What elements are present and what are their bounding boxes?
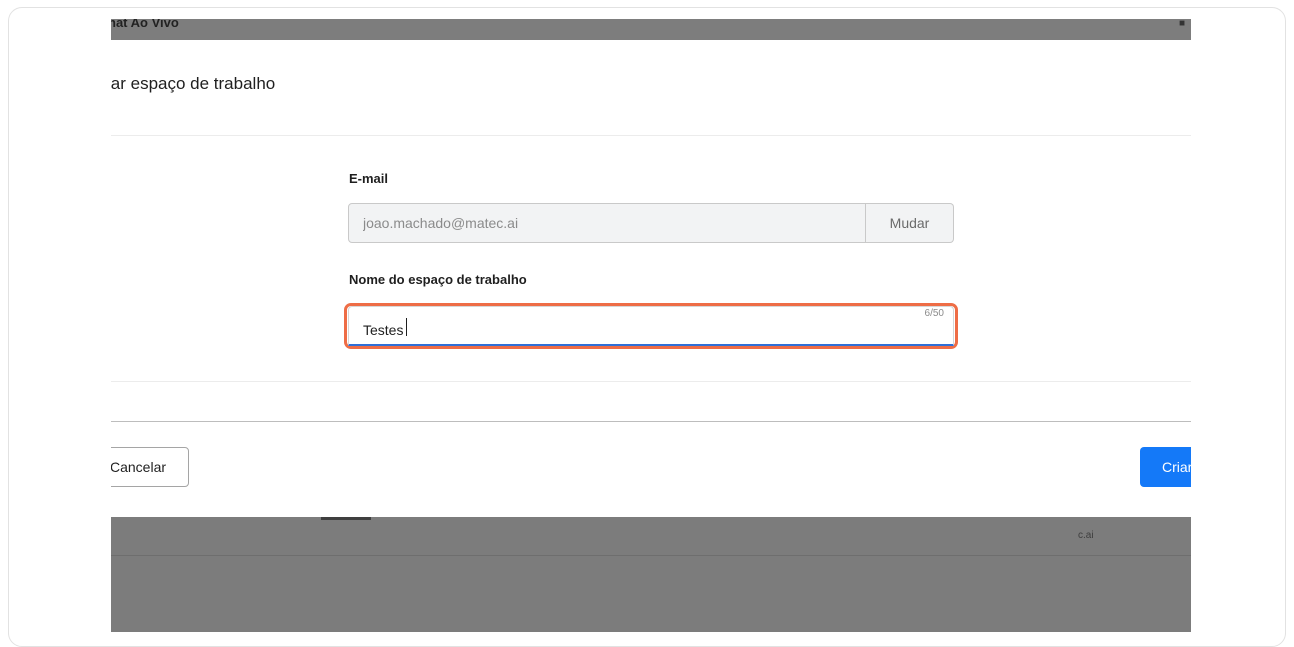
backdrop-overlay: c.ai <box>111 517 1191 632</box>
backdrop-tab-indicator <box>321 517 371 520</box>
app-title: hat Ao Vivo <box>111 19 179 30</box>
email-group: Mudar <box>348 203 954 243</box>
workspace-name-input[interactable] <box>349 307 953 344</box>
workspace-name-field[interactable]: 6/50 <box>348 306 954 346</box>
modal-title: iar espaço de trabalho <box>111 74 276 93</box>
cancel-button[interactable]: Cancelar <box>111 447 189 487</box>
top-bar: hat Ao Vivo ■ <box>111 19 1191 40</box>
backdrop-text: c.ai <box>1078 530 1094 541</box>
email-label: E-mail <box>349 171 389 186</box>
change-email-button[interactable]: Mudar <box>866 203 954 243</box>
app-viewport: hat Ao Vivo ■ iar espaço de trabalho E-m… <box>111 19 1191 632</box>
header-divider <box>111 135 1191 136</box>
form-divider <box>111 381 1191 382</box>
backdrop-divider <box>111 555 1191 556</box>
bell-icon[interactable]: ■ <box>1179 19 1189 29</box>
workspace-name-label: Nome do espaço de trabalho <box>349 272 527 287</box>
character-counter: 6/50 <box>924 308 944 319</box>
text-caret <box>406 318 407 336</box>
email-field[interactable] <box>348 203 866 243</box>
footer-divider <box>111 421 1191 422</box>
create-button[interactable]: Criar <box>1140 447 1191 487</box>
